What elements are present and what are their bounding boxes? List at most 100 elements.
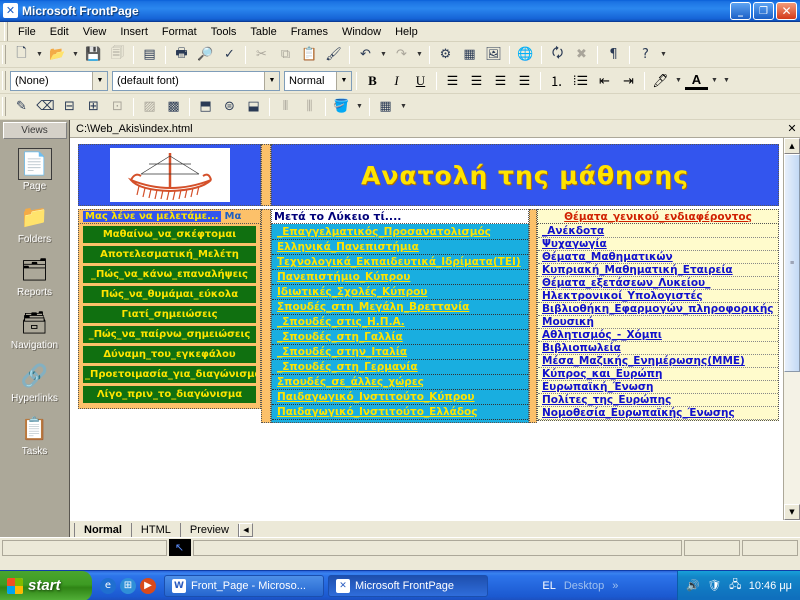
menu-table[interactable]: Table: [243, 24, 283, 40]
menu-edit[interactable]: Edit: [43, 24, 76, 40]
table-autoformat-dropdown[interactable]: ▼: [398, 96, 409, 118]
bold-button[interactable]: B: [361, 70, 384, 92]
list-item[interactable]: Αποτελεσματική_Μελέτη: [83, 246, 256, 263]
list-item[interactable]: Βιβλιοθήκη_Εφαρμογών_πληροφορικής: [538, 303, 778, 316]
chevron-down-icon[interactable]: ▼: [264, 71, 279, 90]
print-preview-button[interactable]: 🔎: [194, 44, 217, 66]
page-title-cell[interactable]: Ανατολή της μάθησης: [271, 144, 779, 206]
chevron-right-icon[interactable]: »: [612, 580, 618, 592]
list-item[interactable]: Ελληνικά_Πανεπιστήμια: [272, 240, 528, 255]
sidebar-item-tasks[interactable]: 📋 Tasks: [1, 413, 69, 457]
list-item[interactable]: Κύπρος_και_Ευρώπη: [538, 368, 778, 381]
list-item[interactable]: Γιατί_σημειώσεις: [83, 306, 256, 323]
align-left-button[interactable]: ☰: [441, 70, 464, 92]
redo-dropdown[interactable]: ▼: [414, 44, 425, 66]
stop-button[interactable]: ✖: [570, 44, 593, 66]
merge-cells-button[interactable]: ▨: [138, 96, 161, 118]
menu-grip[interactable]: [4, 22, 8, 41]
network-icon[interactable]: 🖧: [728, 578, 743, 593]
list-item[interactable]: _Πώς_να_παίρνω_σημειώσεις: [83, 326, 256, 343]
split-cells-button[interactable]: ▩: [162, 96, 185, 118]
sidebar-item-page[interactable]: 📄 Page: [1, 148, 69, 192]
italic-button[interactable]: I: [385, 70, 408, 92]
list-item[interactable]: Θέματα_Μαθηματικών: [538, 251, 778, 264]
task-frontpage-word[interactable]: W Front_Page - Microso...: [164, 574, 324, 597]
menu-format[interactable]: Format: [155, 24, 204, 40]
show-desktop-icon[interactable]: ⊞: [120, 577, 136, 594]
numbered-list-button[interactable]: ⒈: [545, 70, 568, 92]
antivirus-icon[interactable]: 🛡: [707, 578, 722, 593]
menu-file[interactable]: File: [11, 24, 43, 40]
middle-column-header[interactable]: Μετά το Λύκειο τί....: [271, 209, 529, 224]
close-button[interactable]: ✕: [776, 1, 797, 20]
list-item[interactable]: Ιδιωτικές_Σχολές_Κύπρου: [272, 285, 528, 300]
list-item[interactable]: Νομοθεσία_Ευρωπαϊκής_Ένωσης: [538, 407, 778, 420]
list-item[interactable]: _Ανέκδοτα: [538, 225, 778, 238]
font-size-combo[interactable]: Normal ▼: [284, 70, 352, 91]
align-right-button[interactable]: ☰: [489, 70, 512, 92]
list-item[interactable]: _Πώς_να_κάνω_επαναλήψεις: [83, 266, 256, 283]
insert-columns-button[interactable]: ⊞: [82, 96, 105, 118]
align-center-button[interactable]: ☰: [465, 70, 488, 92]
menu-help[interactable]: Help: [388, 24, 425, 40]
list-item[interactable]: Πολίτες_της_Ευρώπης: [538, 394, 778, 407]
list-item[interactable]: Σπουδές_σε_άλλες_χώρες: [272, 375, 528, 390]
eraser-button[interactable]: ⌫: [34, 96, 57, 118]
folder-list-button[interactable]: ▤: [138, 44, 161, 66]
undo-button[interactable]: ↶: [354, 44, 377, 66]
highlight-dropdown[interactable]: ▼: [673, 70, 684, 92]
font-color-button[interactable]: A: [685, 71, 708, 90]
scroll-up-button[interactable]: ▲: [784, 138, 800, 154]
menu-window[interactable]: Window: [335, 24, 388, 40]
tab-scroll-left-button[interactable]: ◀: [238, 523, 253, 537]
page-editor-area[interactable]: Ανατολή της μάθησης Μας λένε να μελετάμε…: [70, 138, 800, 520]
desktop-toolbar-label[interactable]: Desktop: [564, 580, 604, 592]
list-item[interactable]: Ευρωπαϊκή_Ένωση: [538, 381, 778, 394]
web-page-canvas[interactable]: Ανατολή της μάθησης Μας λένε να μελετάμε…: [70, 138, 783, 520]
delete-cells-button[interactable]: ⊡: [106, 96, 129, 118]
sidebar-item-reports[interactable]: 🗂 Reports: [1, 254, 69, 298]
paste-button[interactable]: 📋: [298, 44, 321, 66]
tables-toolbar-grip[interactable]: [2, 97, 6, 116]
insert-rows-button[interactable]: ⊟: [58, 96, 81, 118]
list-item[interactable]: Κυπριακή_Μαθηματική_Εταιρεία: [538, 264, 778, 277]
tab-preview[interactable]: Preview: [179, 523, 238, 537]
left-column-header[interactable]: Μας λένε να μελετάμε... Μα: [78, 209, 261, 224]
list-item[interactable]: _Σπουδές_στις_Η.Π.Α.: [272, 315, 528, 330]
scrollbar-track[interactable]: ≡: [784, 154, 800, 504]
list-item[interactable]: Σπουδές_στη_Μεγάλη_Βρεττανία: [272, 300, 528, 315]
list-item[interactable]: Μέσα_Μαζικής_Ενημέρωσης(ΜΜΕ): [538, 355, 778, 368]
list-item[interactable]: Πώς_να_θυμάμαι_εύκολα: [83, 286, 256, 303]
list-item[interactable]: Αθλητισμός_-_Χόμπι: [538, 329, 778, 342]
publish-web-button[interactable]: 🗐: [106, 44, 129, 66]
increase-indent-button[interactable]: ⇥: [617, 70, 640, 92]
center-vertically-button[interactable]: ⊜: [218, 96, 241, 118]
sidebar-item-navigation[interactable]: 🗃 Navigation: [1, 307, 69, 351]
clock[interactable]: 10:46 μμ: [749, 580, 792, 592]
fill-color-dropdown[interactable]: ▼: [354, 96, 365, 118]
fill-color-button[interactable]: 🪣: [330, 96, 353, 118]
sidebar-item-hyperlinks[interactable]: 🔗 Hyperlinks: [1, 360, 69, 404]
justify-button[interactable]: ☰: [513, 70, 536, 92]
font-color-dropdown[interactable]: ▼: [709, 70, 720, 92]
insert-table-button[interactable]: ▦: [458, 44, 481, 66]
insert-picture-button[interactable]: 🖼: [482, 44, 505, 66]
internet-explorer-icon[interactable]: e: [100, 577, 116, 594]
ancient-greek-ship-image[interactable]: [109, 148, 230, 202]
sidebar-item-folders[interactable]: 📁 Folders: [1, 201, 69, 245]
show-paragraph-marks-button[interactable]: ¶: [602, 44, 625, 66]
menu-tools[interactable]: Tools: [204, 24, 244, 40]
table-autoformat-button[interactable]: ▦: [374, 96, 397, 118]
style-combo[interactable]: (None) ▼: [10, 70, 108, 91]
list-item[interactable]: Θέματα_εξετάσεων_Λυκείου_: [538, 277, 778, 290]
list-item[interactable]: _Σπουδές_στη_Γερμανία: [272, 360, 528, 375]
list-item[interactable]: Δύναμη_του_εγκεφάλου: [83, 346, 256, 363]
distribute-columns-button[interactable]: ⫼: [298, 96, 321, 118]
right-column-header[interactable]: Θέματα_γενικού_ενδιαφέροντος: [537, 209, 779, 224]
menu-view[interactable]: View: [76, 24, 114, 40]
list-item[interactable]: _Προετοιμασία_για_διαγώνισμα: [83, 366, 256, 383]
tab-html[interactable]: HTML: [130, 523, 180, 537]
formatting-options-dropdown[interactable]: ▼: [721, 70, 732, 92]
formatting-toolbar-grip[interactable]: [2, 71, 6, 90]
menu-insert[interactable]: Insert: [113, 24, 155, 40]
